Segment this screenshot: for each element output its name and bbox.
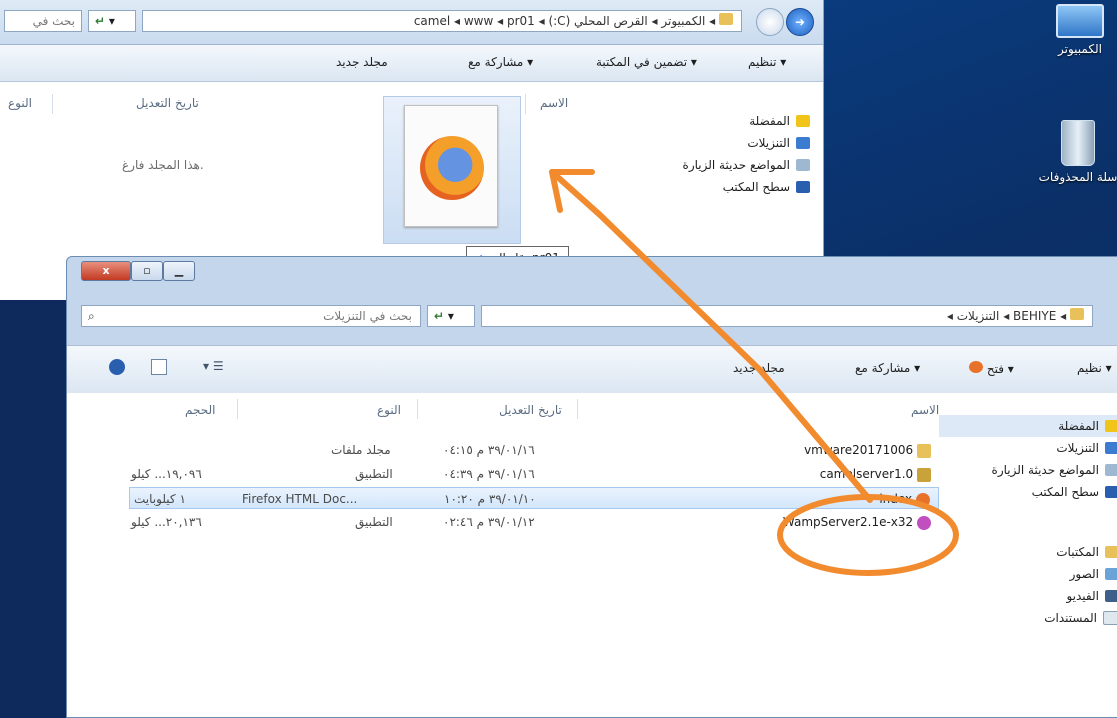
annotation-arrow-line bbox=[549, 169, 873, 503]
annotation-overlay bbox=[549, 169, 959, 576]
annotation-circle bbox=[777, 494, 959, 576]
